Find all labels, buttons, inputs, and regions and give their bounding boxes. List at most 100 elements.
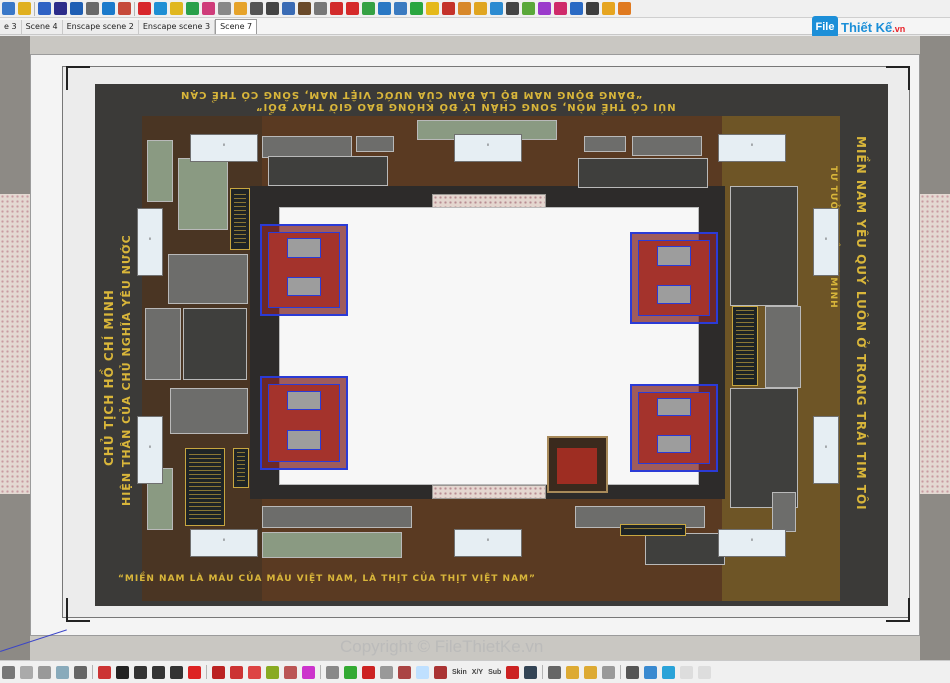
ruler-icon[interactable] [74, 665, 87, 679]
selected-display-case[interactable] [630, 384, 718, 472]
box-icon[interactable] [602, 665, 616, 679]
extrude-icon[interactable] [248, 665, 261, 679]
settings-icon[interactable] [506, 2, 519, 15]
red-cube-icon[interactable] [138, 2, 151, 15]
rotate-icon[interactable] [234, 2, 247, 15]
drawing-viewport[interactable]: “ĐẢNG ĐỘNG NAM BỘ LÀ ĐÀN CỦA NƯỚC VIỆT N… [0, 36, 950, 660]
arc-icon[interactable] [314, 2, 327, 15]
group-icon[interactable] [570, 2, 583, 15]
label-box[interactable]: ' [813, 416, 839, 484]
label-box[interactable]: ' [718, 134, 786, 162]
compass-icon[interactable] [490, 2, 503, 15]
select-icon[interactable] [2, 2, 15, 15]
paint-icon[interactable] [18, 2, 31, 15]
tab-enscape-scene-2[interactable]: Enscape scene 2 [62, 20, 139, 34]
tool-icon[interactable] [398, 665, 411, 679]
selected-tool-icon[interactable] [416, 665, 429, 679]
green-cube-icon[interactable] [186, 2, 199, 15]
box-icon[interactable] [584, 665, 598, 679]
move-icon[interactable] [70, 2, 83, 15]
extrude-icon[interactable] [230, 665, 243, 679]
grid-icon[interactable] [538, 2, 551, 15]
bucket-icon[interactable] [434, 665, 447, 679]
component-icon[interactable] [602, 2, 615, 15]
materials-icon[interactable] [618, 2, 631, 15]
ruler-icon[interactable] [86, 2, 99, 15]
toggle-icon[interactable] [680, 665, 694, 679]
extrude-icon[interactable] [212, 665, 225, 679]
flask-icon[interactable] [394, 2, 407, 15]
warning-icon[interactable] [426, 2, 439, 15]
grid-icon[interactable] [20, 665, 33, 679]
selected-display-case[interactable] [260, 224, 348, 316]
camera-icon[interactable] [586, 2, 599, 15]
bottle-icon[interactable] [56, 665, 69, 679]
ceiling-pattern-bottom [432, 485, 546, 499]
extrude-icon[interactable] [266, 665, 279, 679]
pencil-icon[interactable] [98, 665, 111, 679]
move-icon[interactable] [134, 665, 147, 679]
sun-icon[interactable] [474, 2, 487, 15]
tv-screen-object[interactable] [547, 436, 608, 493]
tab-scene-4[interactable]: Scene 4 [21, 20, 63, 34]
pencil-icon[interactable] [38, 2, 51, 15]
tab-scene-7[interactable]: Scene 7 [215, 19, 258, 34]
brush-icon[interactable] [554, 2, 567, 15]
toggle-icon[interactable] [662, 665, 676, 679]
xyz-label[interactable]: X/Y [472, 669, 483, 676]
flag-icon[interactable] [282, 2, 295, 15]
knife-icon[interactable] [626, 665, 640, 679]
extrude-icon[interactable] [284, 665, 297, 679]
clock-icon[interactable] [326, 665, 339, 679]
label-box[interactable]: ' [454, 529, 522, 557]
skin-label[interactable]: Skin [452, 669, 467, 676]
yellow-cube-icon[interactable] [170, 2, 183, 15]
scale-icon[interactable] [170, 665, 183, 679]
pink-cube-icon[interactable] [202, 2, 215, 15]
nodes-icon[interactable] [346, 2, 359, 15]
sphere-icon[interactable] [344, 665, 357, 679]
stairs-icon[interactable] [548, 665, 562, 679]
label-box[interactable]: ' [137, 416, 163, 484]
label-box[interactable]: ' [190, 529, 258, 557]
extrude-icon[interactable] [302, 665, 315, 679]
line-icon[interactable] [266, 2, 279, 15]
toggle-icon[interactable] [698, 665, 712, 679]
box-icon[interactable] [566, 665, 580, 679]
flame-icon[interactable] [458, 2, 471, 15]
selected-display-case[interactable] [630, 232, 718, 324]
sphere-icon[interactable] [362, 665, 375, 679]
arrows-icon[interactable] [54, 2, 67, 15]
dots-icon[interactable] [330, 2, 343, 15]
bucket-icon[interactable] [298, 2, 311, 15]
measure-icon[interactable] [2, 665, 15, 679]
table-icon[interactable] [38, 665, 51, 679]
sphere-icon[interactable] [442, 2, 455, 15]
label-box[interactable]: ' [190, 134, 258, 162]
eraser-icon[interactable] [218, 2, 231, 15]
push-pull-icon[interactable] [102, 2, 115, 15]
blue-cube-icon[interactable] [154, 2, 167, 15]
cross-icon[interactable] [378, 2, 391, 15]
rotate-icon[interactable] [152, 665, 165, 679]
tool-icon[interactable] [380, 665, 393, 679]
label-box[interactable]: ' [718, 529, 786, 557]
layer-icon[interactable] [644, 665, 658, 679]
protractor-icon[interactable] [118, 2, 131, 15]
stop-icon[interactable] [506, 665, 520, 679]
tv-screen [557, 448, 597, 484]
label-box[interactable]: ' [137, 208, 163, 276]
wrench-icon[interactable] [524, 665, 538, 679]
selected-display-case[interactable] [260, 376, 348, 470]
tape-icon[interactable] [250, 2, 263, 15]
tab-enscape-scene-3[interactable]: Enscape scene 3 [138, 20, 216, 34]
tab-scene-3[interactable]: e 3 [0, 20, 22, 34]
sub-label[interactable]: Sub [488, 669, 501, 676]
label-box[interactable]: ' [813, 208, 839, 276]
help-icon[interactable] [188, 665, 201, 679]
cursor-icon[interactable] [116, 665, 129, 679]
leaf-icon[interactable] [522, 2, 535, 15]
plus-icon[interactable] [362, 2, 375, 15]
label-box[interactable]: ' [454, 134, 522, 162]
scale-icon[interactable] [410, 2, 423, 15]
